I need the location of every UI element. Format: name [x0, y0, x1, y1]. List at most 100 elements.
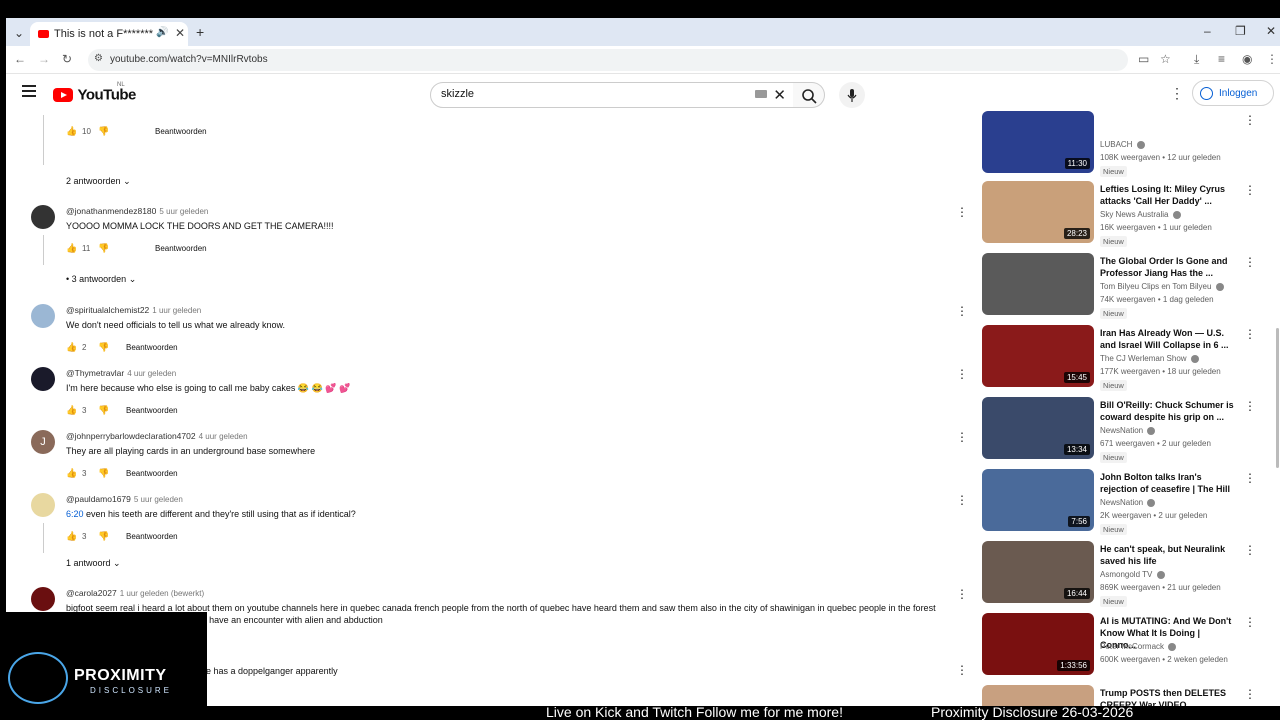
keyboard-icon[interactable]: [755, 90, 767, 98]
comment-author[interactable]: @jonathanmendez8180: [66, 206, 156, 216]
comment-menu-icon[interactable]: ⋮: [956, 367, 968, 381]
menu-icon[interactable]: [22, 85, 36, 97]
comment-time[interactable]: 4 uur geleden: [199, 432, 248, 441]
replies-toggle[interactable]: 2 antwoorden ⌄: [66, 176, 131, 187]
avatar[interactable]: [31, 493, 55, 517]
signin-button[interactable]: Inloggen: [1192, 80, 1274, 106]
video-channel[interactable]: The CJ Werleman Show: [1100, 354, 1199, 363]
video-menu-icon[interactable]: ⋮: [1244, 615, 1256, 629]
like-icon[interactable]: 👍: [66, 405, 77, 416]
video-menu-icon[interactable]: ⋮: [1244, 687, 1256, 701]
avatar[interactable]: [31, 367, 55, 391]
comment-menu-icon[interactable]: ⋮: [956, 663, 968, 677]
reply-button[interactable]: Beantwoorden: [155, 127, 207, 136]
video-channel[interactable]: Tom Bilyeu Clips en Tom Bilyeu: [1100, 282, 1224, 291]
comment-time[interactable]: 4 uur geleden: [127, 369, 176, 378]
tab-close-icon[interactable]: ✕: [175, 26, 185, 40]
video-thumbnail[interactable]: [982, 253, 1094, 315]
youtube-logo[interactable]: YouTube NL: [53, 82, 136, 104]
video-title[interactable]: He can't speak, but Neuralink saved his …: [1100, 543, 1238, 567]
replies-toggle[interactable]: 1 antwoord ⌄: [66, 558, 121, 569]
timestamp-link[interactable]: 6:20: [66, 509, 84, 519]
like-icon[interactable]: 👍: [66, 126, 77, 137]
forward-icon[interactable]: →: [38, 52, 50, 66]
comment-menu-icon[interactable]: ⋮: [956, 493, 968, 507]
comment-menu-icon[interactable]: ⋮: [956, 205, 968, 219]
video-channel[interactable]: Asmongold TV: [1100, 570, 1165, 579]
video-title[interactable]: The Global Order Is Gone and Professor J…: [1100, 255, 1238, 279]
new-tab-icon[interactable]: +: [196, 24, 204, 40]
download-icon[interactable]: ⤓: [1194, 52, 1199, 67]
related-video[interactable]: 7:56 John Bolton talks Iran's rejection o…: [982, 469, 1262, 535]
dislike-icon[interactable]: 👎: [98, 531, 109, 542]
video-menu-icon[interactable]: ⋮: [1244, 255, 1256, 269]
like-icon[interactable]: 👍: [66, 243, 77, 254]
comment-menu-icon[interactable]: ⋮: [956, 587, 968, 601]
more-options-icon[interactable]: ⋮: [1170, 85, 1184, 102]
dislike-icon[interactable]: 👎: [98, 468, 109, 479]
related-video[interactable]: 28:23 Lefties Losing It: Miley Cyrus atta…: [982, 181, 1262, 247]
comment-author[interactable]: @Thymetravlar: [66, 368, 124, 378]
avatar[interactable]: [31, 205, 55, 229]
video-menu-icon[interactable]: ⋮: [1244, 327, 1256, 341]
video-thumbnail[interactable]: 28:23: [982, 181, 1094, 243]
comment-author[interactable]: @pauldamo1679: [66, 494, 131, 504]
voice-search-button[interactable]: [839, 82, 865, 108]
video-thumbnail[interactable]: 1:33:56: [982, 613, 1094, 675]
channel-name[interactable]: LUBACH: [1100, 140, 1132, 149]
reply-button[interactable]: Beantwoorden: [126, 406, 178, 415]
dislike-icon[interactable]: 👎: [98, 405, 109, 416]
comment-author[interactable]: @johnperrybarlowdeclaration4702: [66, 431, 196, 441]
search-button[interactable]: [793, 82, 825, 108]
channel-name[interactable]: Tom Bilyeu Clips en Tom Bilyeu: [1100, 282, 1211, 291]
bookmark-star-icon[interactable]: ☆: [1160, 52, 1171, 66]
minimize-icon[interactable]: –: [1204, 24, 1211, 38]
comment-time[interactable]: 5 uur geleden: [134, 495, 183, 504]
comment-menu-icon[interactable]: ⋮: [956, 430, 968, 444]
search-input[interactable]: [441, 88, 741, 100]
like-icon[interactable]: 👍: [66, 531, 77, 542]
tab-list-icon[interactable]: ⌄: [14, 26, 24, 40]
video-channel[interactable]: Peter McCormack: [1100, 642, 1177, 651]
channel-name[interactable]: NewsNation: [1100, 498, 1143, 507]
related-video[interactable]: 16:44 He can't speak, but Neuralink saved…: [982, 541, 1262, 607]
avatar[interactable]: [31, 304, 55, 328]
comment-time[interactable]: 5 uur geleden: [159, 207, 208, 216]
comment-author[interactable]: @spiritualalchemist22: [66, 305, 149, 315]
reply-button[interactable]: Beantwoorden: [155, 244, 207, 253]
speaker-icon[interactable]: 🔊: [156, 27, 168, 38]
search-box[interactable]: ✕: [430, 82, 794, 108]
video-title[interactable]: John Bolton talks Iran's rejection of ce…: [1100, 471, 1238, 495]
comment-menu-icon[interactable]: ⋮: [956, 304, 968, 318]
video-title[interactable]: Iran Has Already Won — U.S. and Israel W…: [1100, 327, 1238, 351]
scrollbar-thumb[interactable]: [1276, 328, 1279, 468]
reload-icon[interactable]: ↻: [62, 52, 72, 66]
related-video[interactable]: Trump POSTS then DELETES CREEPY War VIDE…: [982, 685, 1262, 706]
related-video[interactable]: 1:33:56 AI is MUTATING: And We Don't Know…: [982, 613, 1262, 679]
video-thumbnail[interactable]: 13:34: [982, 397, 1094, 459]
restore-icon[interactable]: ❐: [1235, 24, 1246, 38]
back-icon[interactable]: ←: [14, 52, 26, 66]
profile-icon[interactable]: ◉: [1242, 52, 1252, 66]
video-menu-icon[interactable]: ⋮: [1244, 183, 1256, 197]
related-video[interactable]: 13:34 Bill O'Reilly: Chuck Schumer is cow…: [982, 397, 1262, 463]
video-channel[interactable]: NewsNation: [1100, 426, 1156, 435]
reply-button[interactable]: Beantwoorden: [126, 532, 178, 541]
channel-name[interactable]: Asmongold TV: [1100, 570, 1152, 579]
video-thumbnail[interactable]: 16:44: [982, 541, 1094, 603]
video-menu-icon[interactable]: ⋮: [1244, 113, 1256, 127]
comment-time[interactable]: 1 uur geleden (bewerkt): [120, 589, 205, 598]
video-channel[interactable]: NewsNation: [1100, 498, 1156, 507]
reply-button[interactable]: Beantwoorden: [126, 343, 178, 352]
video-title[interactable]: Lefties Losing It: Miley Cyrus attacks '…: [1100, 183, 1238, 207]
channel-name[interactable]: NewsNation: [1100, 426, 1143, 435]
video-thumbnail[interactable]: 7:56: [982, 469, 1094, 531]
site-info-icon[interactable]: ⚙: [94, 53, 103, 64]
dislike-icon[interactable]: 👎: [98, 342, 109, 353]
comment-time[interactable]: 1 uur geleden: [152, 306, 201, 315]
video-thumbnail[interactable]: 11:30: [982, 111, 1094, 173]
related-video[interactable]: 11:30 LUBACH 108K weergaven • 12 uur gele…: [982, 111, 1262, 177]
dislike-icon[interactable]: 👎: [98, 126, 109, 137]
related-video[interactable]: 15:45 Iran Has Already Won — U.S. and Isr…: [982, 325, 1262, 391]
channel-name[interactable]: Peter McCormack: [1100, 642, 1164, 651]
